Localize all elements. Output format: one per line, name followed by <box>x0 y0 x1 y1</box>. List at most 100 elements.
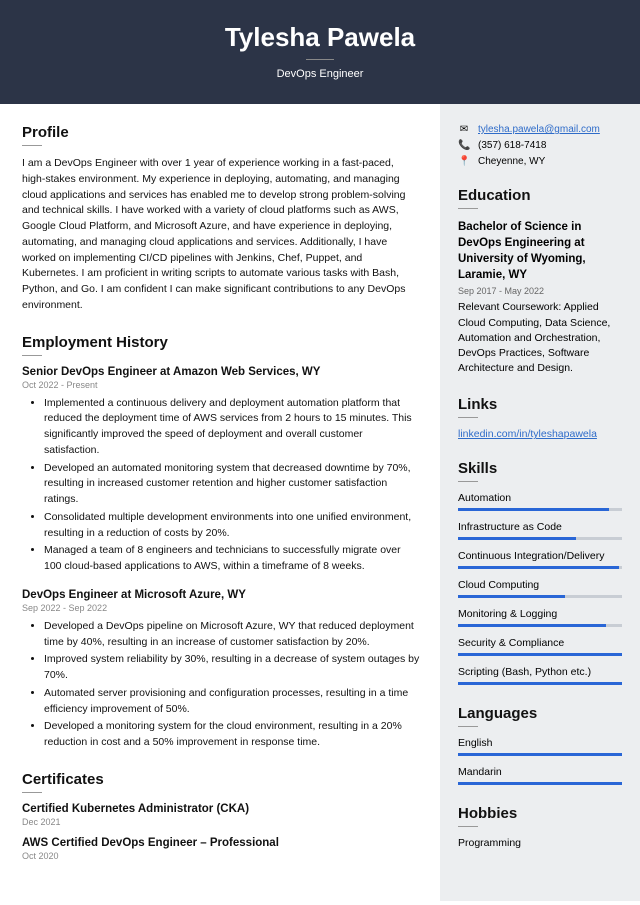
skill-item: Cloud Computing <box>458 579 622 598</box>
job-bullet: Developed an automated monitoring system… <box>44 461 420 508</box>
language-item: Mandarin <box>458 766 622 785</box>
job-bullet: Developed a DevOps pipeline on Microsoft… <box>44 619 420 651</box>
skill-fill <box>458 508 609 511</box>
education-dates: Sep 2017 - May 2022 <box>458 286 622 296</box>
employment-heading: Employment History <box>22 334 420 351</box>
profile-section: Profile I am a DevOps Engineer with over… <box>22 124 420 314</box>
skill-fill <box>458 566 619 569</box>
education-text: Relevant Coursework: Applied Cloud Compu… <box>458 300 622 376</box>
language-fill <box>458 753 622 756</box>
certificate-date: Dec 2021 <box>22 817 420 827</box>
job-dates: Oct 2022 - Present <box>22 380 420 390</box>
section-underline <box>22 792 42 793</box>
skill-name: Automation <box>458 492 622 504</box>
skill-bar <box>458 566 622 569</box>
skill-item: Automation <box>458 492 622 511</box>
languages-section: Languages English Mandarin <box>458 705 622 785</box>
header-underline <box>306 59 334 60</box>
contact-location: Cheyenne, WY <box>478 156 545 167</box>
location-icon: 📍 <box>458 156 470 167</box>
education-heading: Education <box>458 187 622 204</box>
certificate-entry: Certified Kubernetes Administrator (CKA)… <box>22 803 420 827</box>
phone-icon: 📞 <box>458 140 470 151</box>
hobby-item: Programming <box>458 837 622 849</box>
skill-bar <box>458 595 622 598</box>
job-bullet: Implemented a continuous delivery and de… <box>44 396 420 459</box>
skill-fill <box>458 624 606 627</box>
languages-heading: Languages <box>458 705 622 722</box>
links-heading: Links <box>458 396 622 413</box>
profile-text: I am a DevOps Engineer with over 1 year … <box>22 156 420 314</box>
contact-phone: (357) 618-7418 <box>478 140 546 151</box>
job-title-header: DevOps Engineer <box>0 68 640 80</box>
job-title: Senior DevOps Engineer at Amazon Web Ser… <box>22 366 420 378</box>
skill-name: Cloud Computing <box>458 579 622 591</box>
skill-fill <box>458 537 576 540</box>
section-underline <box>458 826 478 827</box>
skill-item: Security & Compliance <box>458 637 622 656</box>
certificate-entry: AWS Certified DevOps Engineer – Professi… <box>22 837 420 861</box>
skill-name: Monitoring & Logging <box>458 608 622 620</box>
skill-name: Scripting (Bash, Python etc.) <box>458 666 622 678</box>
skills-section: Skills Automation Infrastructure as Code C… <box>458 460 622 685</box>
certificates-heading: Certificates <box>22 771 420 788</box>
skill-fill <box>458 682 622 685</box>
section-underline <box>458 417 478 418</box>
job-bullet: Automated server provisioning and config… <box>44 686 420 718</box>
section-underline <box>458 726 478 727</box>
job-bullet: Improved system reliability by 30%, resu… <box>44 652 420 684</box>
link-item[interactable]: linkedin.com/in/tyleshapawela <box>458 428 597 440</box>
job-entry: DevOps Engineer at Microsoft Azure, WY Se… <box>22 589 420 751</box>
section-underline <box>458 208 478 209</box>
content: Profile I am a DevOps Engineer with over… <box>0 104 640 901</box>
profile-heading: Profile <box>22 124 420 141</box>
skill-item: Continuous Integration/Delivery <box>458 550 622 569</box>
job-title: DevOps Engineer at Microsoft Azure, WY <box>22 589 420 601</box>
skill-item: Monitoring & Logging <box>458 608 622 627</box>
job-bullets: Developed a DevOps pipeline on Microsoft… <box>22 619 420 751</box>
job-bullet: Developed a monitoring system for the cl… <box>44 719 420 751</box>
email-icon: ✉ <box>458 124 470 135</box>
contact-location-row: 📍 Cheyenne, WY <box>458 156 622 167</box>
skill-fill <box>458 653 622 656</box>
skill-name: Continuous Integration/Delivery <box>458 550 622 562</box>
certificate-title: AWS Certified DevOps Engineer – Professi… <box>22 837 420 849</box>
section-underline <box>22 145 42 146</box>
person-name: Tylesha Pawela <box>0 22 640 53</box>
skill-item: Scripting (Bash, Python etc.) <box>458 666 622 685</box>
section-underline <box>458 481 478 482</box>
skill-name: Infrastructure as Code <box>458 521 622 533</box>
contact-phone-row: 📞 (357) 618-7418 <box>458 140 622 151</box>
education-title: Bachelor of Science in DevOps Engineerin… <box>458 219 622 283</box>
employment-section: Employment History Senior DevOps Enginee… <box>22 334 420 751</box>
certificate-title: Certified Kubernetes Administrator (CKA) <box>22 803 420 815</box>
certificate-date: Oct 2020 <box>22 851 420 861</box>
job-bullet: Consolidated multiple development enviro… <box>44 510 420 542</box>
skill-item: Infrastructure as Code <box>458 521 622 540</box>
main-column: Profile I am a DevOps Engineer with over… <box>0 104 440 901</box>
language-fill <box>458 782 622 785</box>
links-section: Links linkedin.com/in/tyleshapawela <box>458 396 622 440</box>
language-name: Mandarin <box>458 766 622 778</box>
job-dates: Sep 2022 - Sep 2022 <box>22 603 420 613</box>
job-bullet: Managed a team of 8 engineers and techni… <box>44 543 420 575</box>
education-section: Education Bachelor of Science in DevOps … <box>458 187 622 376</box>
header: Tylesha Pawela DevOps Engineer <box>0 0 640 104</box>
hobbies-section: Hobbies Programming <box>458 805 622 849</box>
certificates-section: Certificates Certified Kubernetes Admini… <box>22 771 420 861</box>
job-entry: Senior DevOps Engineer at Amazon Web Ser… <box>22 366 420 575</box>
skill-bar <box>458 624 622 627</box>
language-item: English <box>458 737 622 756</box>
skill-name: Security & Compliance <box>458 637 622 649</box>
contact-email-row: ✉ tylesha.pawela@gmail.com <box>458 124 622 135</box>
language-bar <box>458 753 622 756</box>
contact-email[interactable]: tylesha.pawela@gmail.com <box>478 124 600 135</box>
contact-section: ✉ tylesha.pawela@gmail.com 📞 (357) 618-7… <box>458 124 622 167</box>
skill-bar <box>458 653 622 656</box>
skills-heading: Skills <box>458 460 622 477</box>
skill-bar <box>458 508 622 511</box>
sidebar: ✉ tylesha.pawela@gmail.com 📞 (357) 618-7… <box>440 104 640 901</box>
language-name: English <box>458 737 622 749</box>
job-bullets: Implemented a continuous delivery and de… <box>22 396 420 575</box>
section-underline <box>22 355 42 356</box>
